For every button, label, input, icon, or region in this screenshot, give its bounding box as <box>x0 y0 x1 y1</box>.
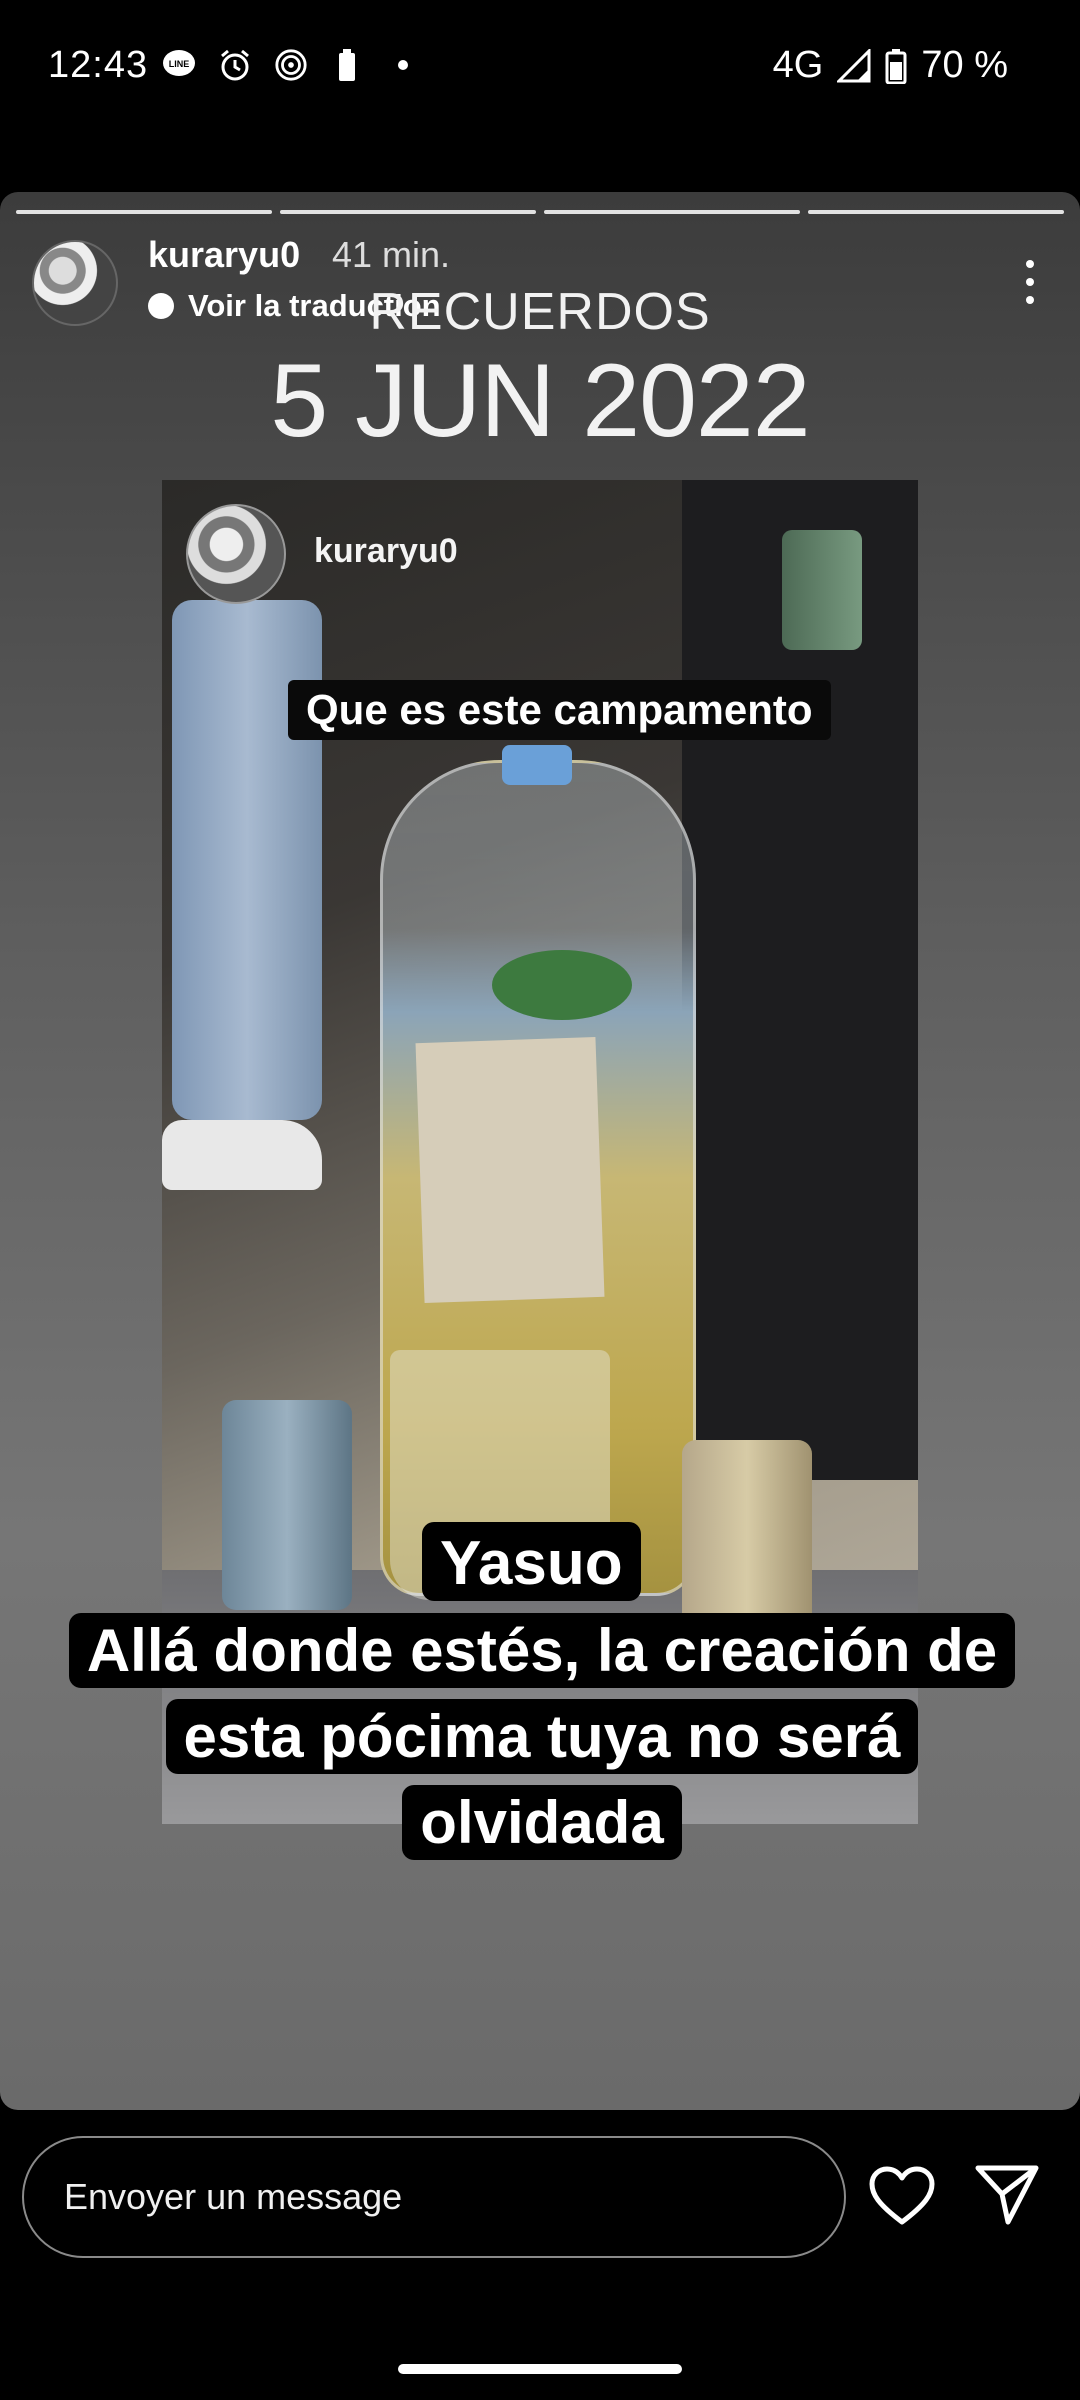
story-viewer[interactable]: kuraryu0 41 min. Voir la traduction RECU… <box>0 192 1080 2110</box>
message-input[interactable] <box>22 2136 846 2258</box>
status-bar: 12:43 LINE 4G 70 % <box>0 0 1080 140</box>
network-label: 4G <box>772 44 824 86</box>
caption-body-text: Allá donde estés, la creación de esta pó… <box>68 1613 1016 1860</box>
photo-pants <box>172 600 322 1120</box>
send-icon[interactable] <box>974 2164 1040 2226</box>
story-username[interactable]: kuraryu0 <box>148 234 300 276</box>
heart-icon[interactable] <box>868 2166 936 2226</box>
photo-can <box>782 530 862 650</box>
battery-saver-icon <box>330 48 364 82</box>
photo-can <box>222 1400 352 1610</box>
progress-segment <box>280 210 536 214</box>
story-time-ago: 41 min. <box>332 234 451 275</box>
story-progress <box>16 210 1064 214</box>
dot-icon <box>386 48 420 82</box>
photo-bottle-label <box>415 1036 605 1304</box>
battery-icon <box>885 48 907 84</box>
alarm-icon <box>218 48 252 82</box>
battery-label: 70 % <box>921 44 1008 86</box>
status-right: 4G 70 % <box>773 44 1008 87</box>
progress-segment <box>544 210 800 214</box>
svg-text:LINE: LINE <box>169 59 190 69</box>
progress-segment <box>16 210 272 214</box>
line-icon: LINE <box>162 48 196 82</box>
inner-avatar <box>186 504 286 604</box>
photo-shoe <box>162 1120 322 1190</box>
inner-username: kuraryu0 <box>314 532 458 570</box>
progress-segment <box>808 210 1064 214</box>
memory-date: 5 JUN 2022 <box>270 343 810 459</box>
memory-title: RECUERDOS <box>369 283 711 341</box>
caption-name: Yasuo <box>422 1522 641 1601</box>
signal-icon <box>837 48 871 82</box>
caption-top: Que es este campamento <box>288 680 831 740</box>
status-time: 12:43 <box>48 44 149 86</box>
status-icons: LINE <box>162 48 420 82</box>
photo-mint <box>492 950 632 1020</box>
caption-body: Allá donde estés, la creación de esta pó… <box>54 1608 1030 1866</box>
hotspot-icon <box>274 48 308 82</box>
home-indicator[interactable] <box>398 2364 682 2374</box>
photo-bottle-cap <box>502 745 572 785</box>
